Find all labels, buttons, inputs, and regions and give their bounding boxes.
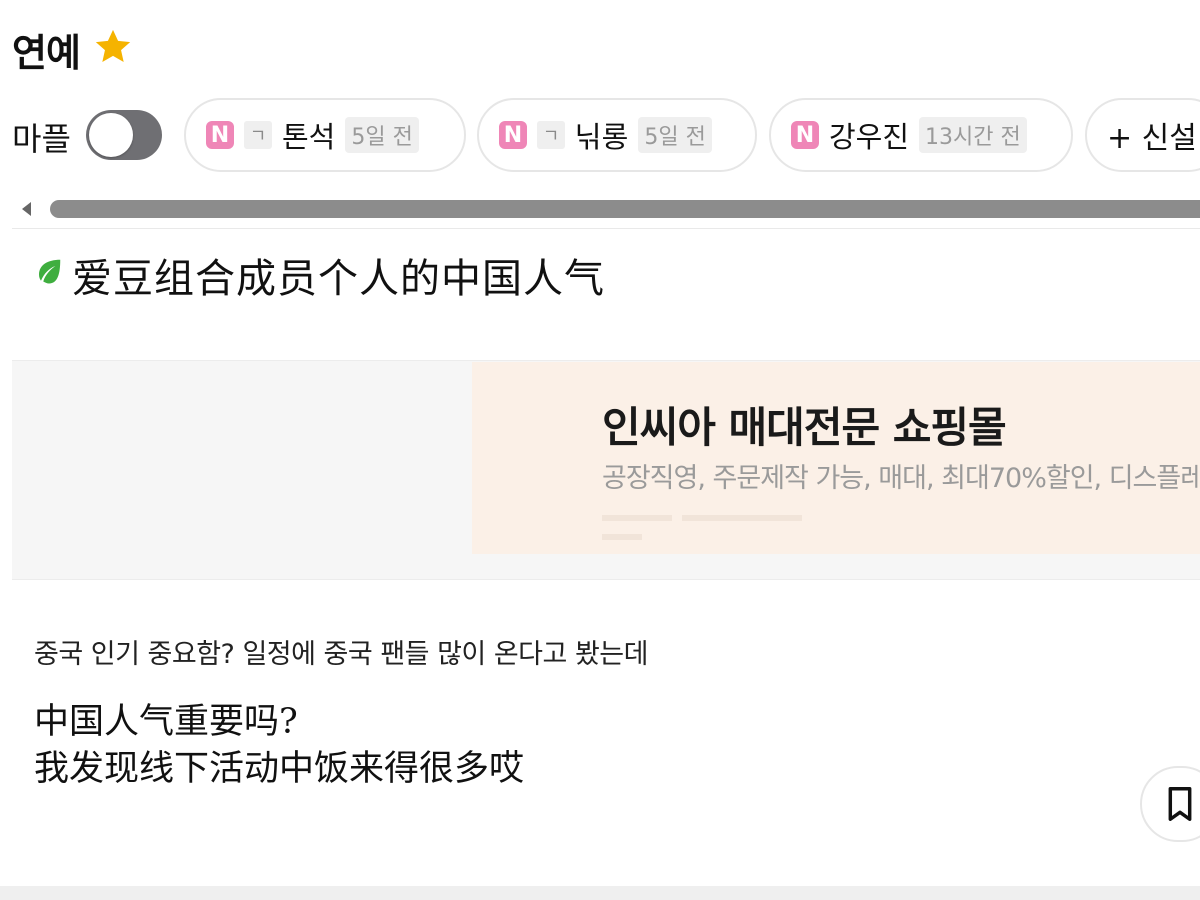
leaf-icon — [39, 259, 61, 284]
chip-name: 강우진 — [829, 120, 910, 154]
section-divider — [0, 886, 1200, 900]
add-tag-label: + 신설 — [1107, 121, 1197, 156]
bookmark-icon — [1168, 787, 1192, 821]
bookmark-button[interactable] — [1140, 766, 1200, 842]
tag-mark: ㄱ — [244, 121, 272, 149]
scroll-left-icon[interactable] — [22, 202, 31, 216]
chip-name: 닊롱 — [575, 120, 629, 154]
page-title: 연예 — [12, 31, 81, 75]
star-icon[interactable] — [92, 26, 134, 68]
chip-time: 13시간 전 — [919, 117, 1027, 153]
mapple-toggle[interactable] — [86, 110, 162, 160]
chip-name: 톤석 — [282, 120, 336, 154]
post-subtitle: 중국 인기 중요함? 일정에 중국 팬들 많이 온다고 봤는데 — [34, 639, 648, 670]
ad-decoration — [602, 506, 852, 540]
n-badge-icon: N — [206, 121, 234, 149]
add-tag-button[interactable]: + 신설 — [1085, 98, 1200, 172]
tag-chip-3[interactable]: N 강우진 13시간 전 — [769, 98, 1073, 172]
chip-time: 5일 전 — [638, 117, 712, 153]
n-badge-icon: N — [791, 121, 819, 149]
horizontal-scrollbar[interactable] — [50, 200, 1200, 218]
n-badge-icon: N — [499, 121, 527, 149]
tag-mark: ㄱ — [537, 121, 565, 149]
mapple-toggle-label: 마플 — [12, 120, 71, 158]
post-body-line: 我发现线下活动中饭来得很多哎 — [34, 749, 525, 789]
toggle-knob — [89, 113, 133, 157]
ad-subline: 공장직영, 주문제작 가능, 매대, 최대70%할인, 디스플레이 — [602, 463, 1200, 494]
chip-time: 5일 전 — [345, 117, 419, 153]
divider — [12, 228, 1200, 229]
tag-chip-2[interactable]: N ㄱ 닊롱 5일 전 — [477, 98, 757, 172]
tag-chip-1[interactable]: N ㄱ 톤석 5일 전 — [184, 98, 466, 172]
post-title: 爱豆组合成员个人的中国人气 — [72, 256, 605, 302]
ad-headline[interactable]: 인씨아 매대전문 쇼핑몰 — [602, 394, 1007, 455]
post-body-line: 中国人气重要吗? — [34, 702, 298, 742]
